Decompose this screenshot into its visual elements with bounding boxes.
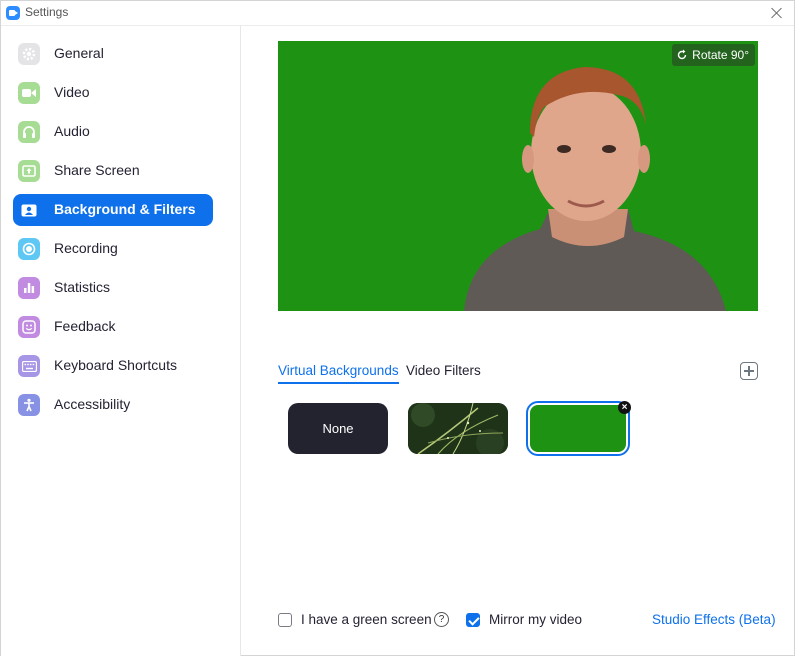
person-video-feed [278,41,758,311]
sidebar-item-label: Feedback [54,318,116,334]
background-green-screen[interactable] [526,401,630,456]
sidebar-item-statistics[interactable]: Statistics [13,272,213,304]
background-grass-image[interactable] [408,403,508,454]
rotate-icon [677,49,687,60]
sidebar-item-keyboard-shortcuts[interactable]: Keyboard Shortcuts [13,350,213,382]
sidebar-item-label: Background & Filters [54,201,196,217]
sidebar: General Video Audio Share Screen Backgro… [1,26,241,656]
accessibility-icon [18,394,40,416]
headphones-icon [18,121,40,143]
sidebar-item-label: Statistics [54,279,111,295]
sidebar-item-feedback[interactable]: Feedback [13,311,213,343]
rotate-90-button[interactable]: Rotate 90° [672,44,755,66]
add-background-button[interactable] [740,362,758,380]
mirror-video-checkbox[interactable] [466,613,480,627]
rotate-label: Rotate 90° [692,48,749,62]
sidebar-item-share-screen[interactable]: Share Screen [13,155,213,187]
green-screen-label: I have a green screen [301,612,432,627]
video-camera-icon [18,82,40,104]
sidebar-item-video[interactable]: Video [13,77,213,109]
sidebar-item-background-filters[interactable]: Background & Filters [13,194,213,226]
tab-virtual-backgrounds[interactable]: Virtual Backgrounds [278,363,399,384]
green-screen-checkbox[interactable] [278,613,292,627]
sidebar-item-general[interactable]: General [13,38,213,70]
background-none-label: None [322,421,354,436]
gear-icon [18,43,40,65]
background-none[interactable]: None [288,403,388,454]
grass-thumbnail [408,403,508,454]
share-screen-icon [18,160,40,182]
sidebar-item-label: Share Screen [54,162,140,178]
tab-video-filters[interactable]: Video Filters [406,363,481,382]
keyboard-icon [18,355,40,377]
bar-chart-icon [18,277,40,299]
background-filters-panel: Rotate 90° Virtual Backgrounds Video Fil… [241,26,794,656]
person-card-icon [18,199,40,221]
title-bar: Settings [1,1,794,26]
smile-icon [18,316,40,338]
studio-effects-link[interactable]: Studio Effects (Beta) [652,612,776,627]
sidebar-item-label: Recording [54,240,118,256]
sidebar-item-label: Video [54,84,90,100]
mirror-video-label: Mirror my video [489,612,583,627]
sidebar-item-audio[interactable]: Audio [13,116,213,148]
sidebar-item-label: Keyboard Shortcuts [54,357,177,373]
sidebar-item-recording[interactable]: Recording [13,233,213,265]
sidebar-item-label: General [54,45,104,61]
close-button[interactable] [768,4,786,22]
settings-window: Settings General Video Audio Share Scree… [0,0,795,656]
green-thumbnail [530,405,626,452]
sidebar-item-accessibility[interactable]: Accessibility [13,389,213,421]
help-icon[interactable]: ? [434,612,449,627]
record-icon [18,238,40,260]
zoom-app-icon [6,6,20,20]
sidebar-item-label: Audio [54,123,90,139]
remove-background-button[interactable]: × [618,401,631,414]
video-preview: Rotate 90° [278,41,758,311]
window-title: Settings [25,5,69,19]
sidebar-item-label: Accessibility [54,396,131,412]
